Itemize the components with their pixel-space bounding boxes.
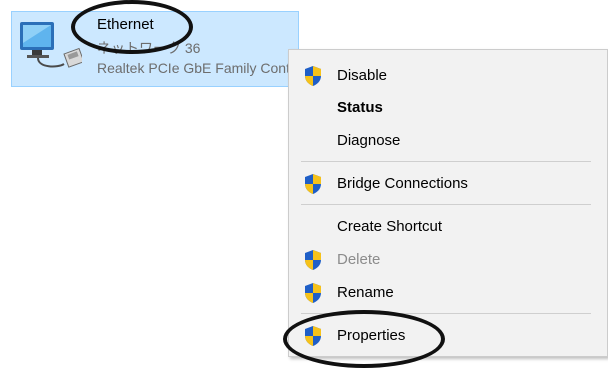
ethernet-adapter-item[interactable]: Ethernet ネットワーク 36 Realtek PCIe GbE Fami… xyxy=(11,11,321,87)
menu-item-rename[interactable]: Rename xyxy=(289,277,607,307)
menu-item-properties[interactable]: Properties xyxy=(289,320,607,350)
menu-item-label: Rename xyxy=(337,284,394,301)
menu-separator xyxy=(301,313,591,314)
menu-item-label: Disable xyxy=(337,67,388,84)
uac-shield-icon xyxy=(305,66,321,86)
menu-item-delete: Delete xyxy=(289,244,607,274)
network-connections-window: Ethernet ネットワーク 36 Realtek PCIe GbE Fami… xyxy=(0,0,608,368)
menu-item-label: Create Shortcut xyxy=(337,218,443,235)
network-adapter-icon xyxy=(20,22,82,68)
menu-item-label: Properties xyxy=(337,327,406,344)
uac-shield-icon xyxy=(305,174,321,194)
menu-item-create-shortcut[interactable]: Create Shortcut xyxy=(289,211,607,241)
menu-item-label: Bridge Connections xyxy=(337,175,468,192)
context-menu: Disable Status Diagnose Bridge Connectio… xyxy=(288,49,608,357)
adapter-name: Ethernet xyxy=(97,16,154,33)
menu-item-label: Diagnose xyxy=(337,132,401,149)
menu-separator xyxy=(301,204,591,205)
menu-item-disable[interactable]: Disable xyxy=(289,60,607,90)
menu-item-label: Delete xyxy=(337,251,381,268)
uac-shield-icon xyxy=(305,326,321,346)
uac-shield-icon xyxy=(305,250,321,270)
menu-item-bridge-connections[interactable]: Bridge Connections xyxy=(289,168,607,198)
uac-shield-icon xyxy=(305,283,321,303)
menu-item-status[interactable]: Status xyxy=(289,92,607,122)
adapter-network-name: ネットワーク 36 xyxy=(97,40,201,56)
menu-separator xyxy=(301,161,591,162)
menu-item-label: Status xyxy=(337,99,383,116)
menu-item-diagnose[interactable]: Diagnose xyxy=(289,125,607,155)
